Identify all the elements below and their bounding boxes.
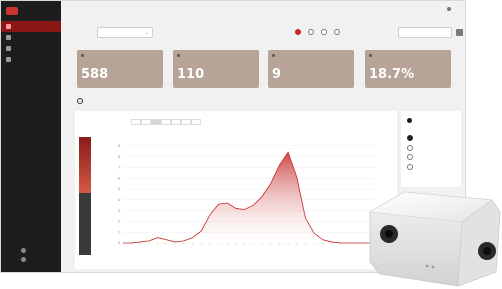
main-content: ⌄ 588 110 9 18.7% 0 1 2 3 4 5 6 7 8 9: [61, 1, 465, 272]
y-tick-label: 1: [118, 230, 120, 234]
sidebar-item-dashboard[interactable]: [1, 21, 61, 32]
y-tick-label: 6: [118, 176, 120, 180]
sidebar-logout[interactable]: [1, 255, 61, 264]
sidebar-item-store[interactable]: [1, 32, 61, 43]
bell-icon[interactable]: [447, 7, 451, 11]
radio-icon: [321, 29, 327, 35]
radio-icon: [308, 29, 314, 35]
kpi-card: 588: [77, 50, 163, 88]
info-icon: [369, 54, 372, 57]
radio-selected-icon: [407, 135, 413, 141]
date-range-input[interactable]: [398, 27, 452, 38]
kpi-card: 18.7%: [365, 50, 451, 88]
sidebar-footer: [1, 246, 61, 264]
trend-area-chart: 0 1 2 3 4 5 6 7 8 9: [118, 144, 376, 245]
topbar: [61, 1, 465, 19]
range-radio-group: [295, 29, 342, 36]
camera-lens-right-center: [483, 247, 491, 255]
info-icon: [81, 54, 84, 57]
range-option[interactable]: [334, 29, 342, 36]
y-tick-label: 8: [118, 155, 120, 159]
display-option[interactable]: [407, 154, 417, 160]
store-icon: [6, 35, 11, 40]
record-icon: [407, 118, 412, 123]
display-option[interactable]: [407, 135, 417, 141]
trend-chart-panel: 0 1 2 3 4 5 6 7 8 9: [75, 111, 397, 269]
radio-icon: [407, 144, 413, 151]
filter-row: ⌄: [61, 27, 465, 41]
kpi-value: 110: [177, 67, 205, 82]
y-tick-label: 3: [118, 209, 120, 213]
section-title: [77, 98, 86, 104]
range-option[interactable]: [308, 29, 316, 36]
dashboard-icon: [6, 24, 11, 29]
radio-icon: [407, 163, 413, 170]
radio-selected-icon: [295, 29, 301, 35]
y-tick-label: 5: [118, 187, 120, 191]
logo: [1, 1, 61, 19]
zone-icon: [6, 46, 11, 51]
series-area: [123, 152, 375, 243]
camera-lens-right-icon: [478, 242, 496, 260]
display-option[interactable]: [407, 163, 417, 170]
range-option[interactable]: [321, 29, 329, 36]
sidebar-item-zone[interactable]: [1, 43, 61, 54]
clock-icon: [77, 98, 83, 104]
y-tick-label: 7: [118, 166, 120, 170]
sidebar-user[interactable]: [1, 246, 61, 255]
range-option[interactable]: [295, 29, 303, 36]
calendar-icon[interactable]: [456, 29, 463, 36]
display-options-panel: [401, 111, 461, 187]
y-tick-label: 2: [118, 220, 120, 224]
kpi-value: 9: [272, 67, 282, 82]
kpi-value: 18.7%: [369, 67, 415, 82]
kpi-card: 110: [173, 50, 259, 88]
radio-icon: [407, 154, 413, 160]
sidebar-nav: [1, 21, 61, 65]
user-menu[interactable]: [447, 7, 455, 11]
chevron-down-icon: ⌄: [144, 30, 149, 36]
app-window: ⌄ 588 110 9 18.7% 0 1 2 3 4 5 6 7 8 9: [0, 0, 466, 273]
y-tick-label: 0: [118, 241, 120, 245]
info-icon: [177, 54, 180, 57]
user-icon: [21, 248, 26, 253]
radio-icon: [334, 29, 340, 35]
sidebar-item-settings[interactable]: [1, 54, 61, 65]
logo-mark-icon: [6, 7, 18, 15]
kpi-card: 9: [268, 50, 354, 88]
sidebar: [1, 1, 61, 272]
y-tick-label: 4: [118, 198, 120, 202]
info-icon: [272, 54, 275, 57]
y-tick-label: 9: [118, 144, 120, 148]
display-option[interactable]: [407, 144, 417, 151]
store-select[interactable]: ⌄: [97, 27, 153, 38]
settings-icon: [6, 57, 11, 62]
logout-icon: [21, 257, 26, 262]
display-option-list: [407, 135, 417, 173]
kpi-value: 588: [81, 67, 109, 82]
